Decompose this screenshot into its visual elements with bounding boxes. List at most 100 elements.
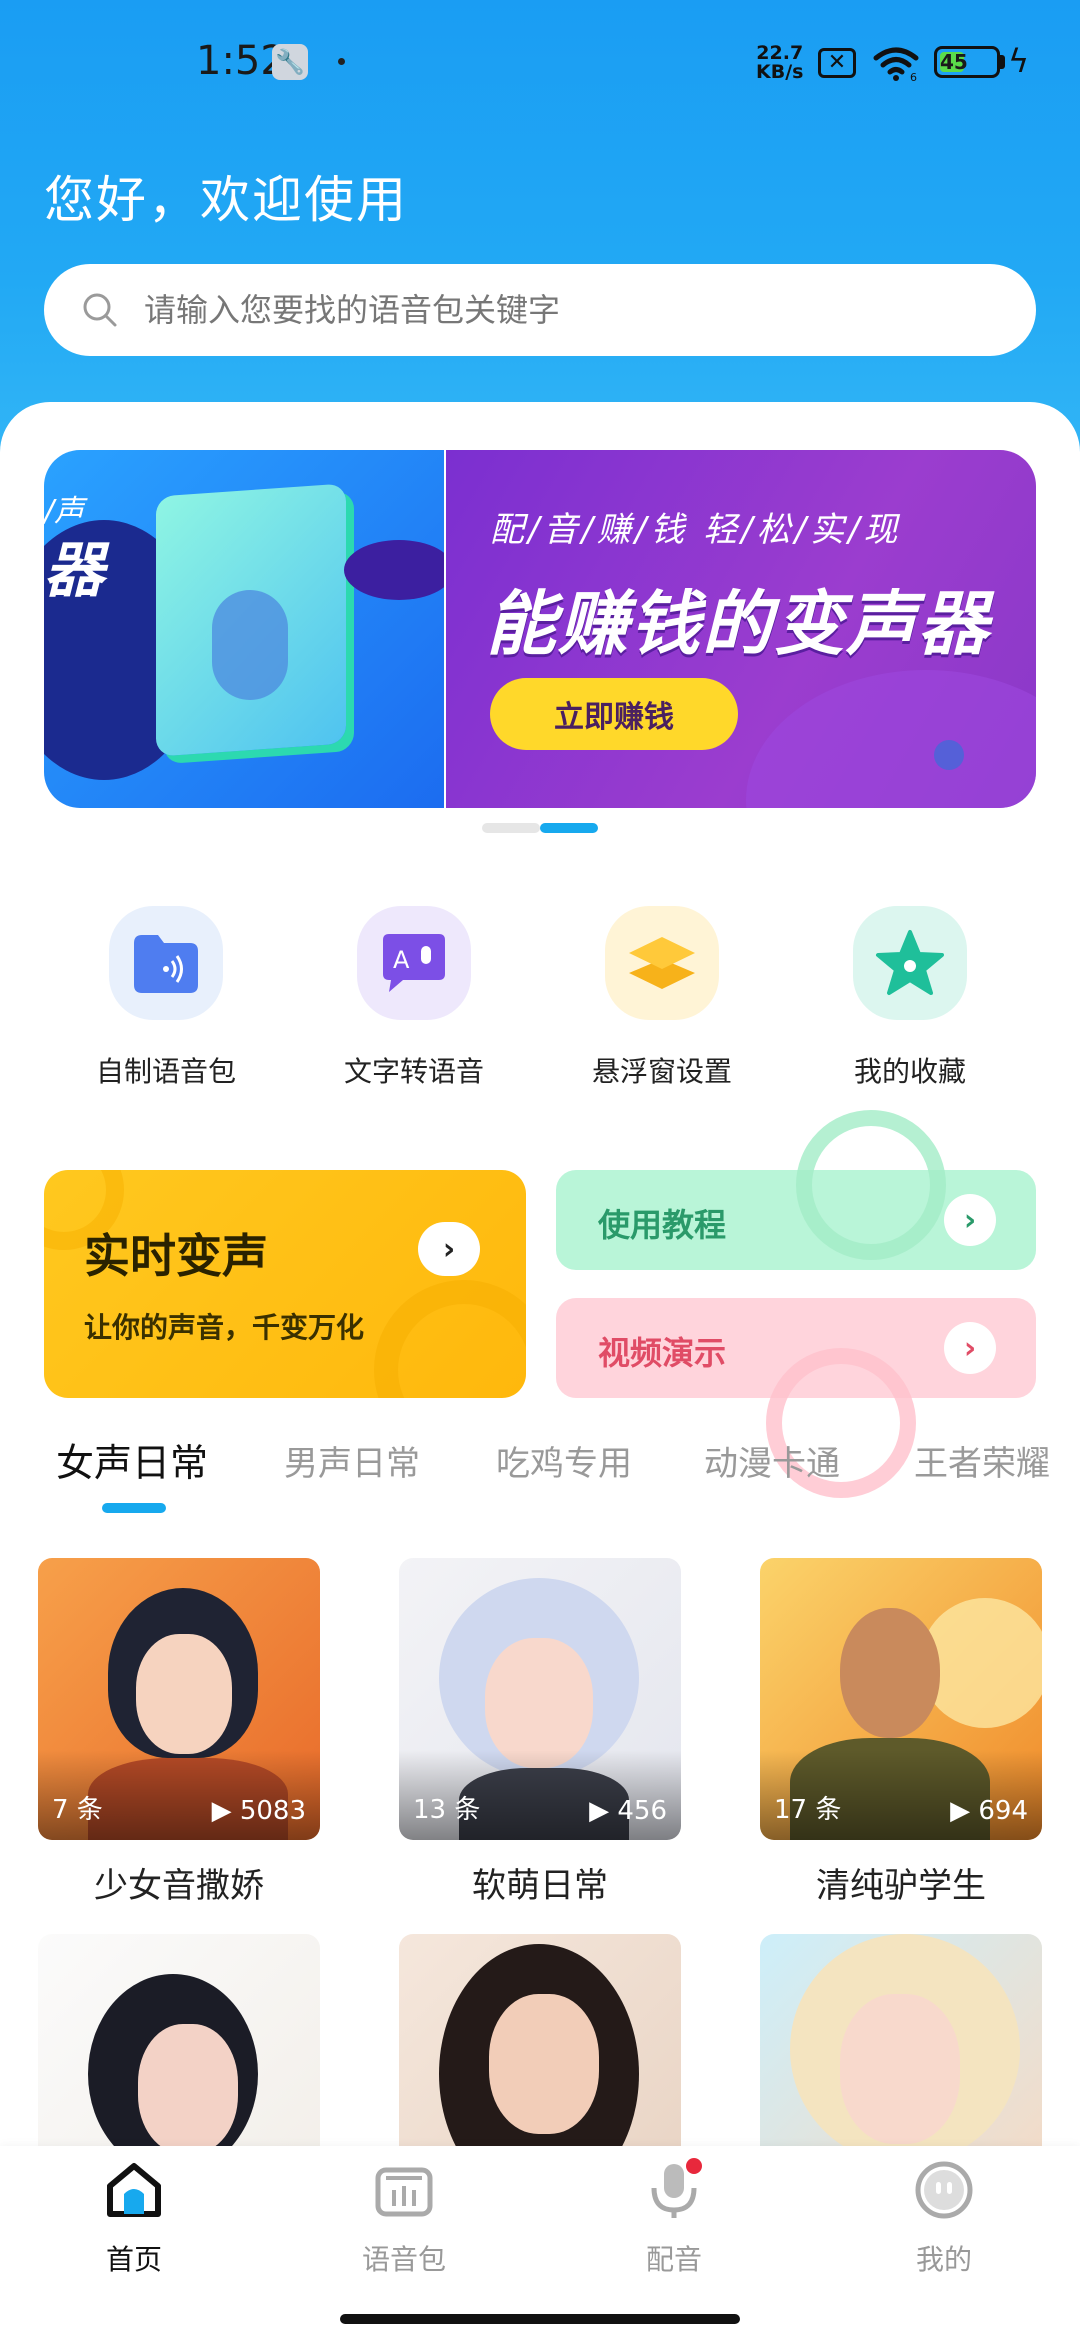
greeting-title: 您好，欢迎使用 xyxy=(44,171,408,229)
avatar-face xyxy=(840,1608,940,1738)
feature-label: 文字转语音 xyxy=(343,1055,484,1088)
nav-label: 我的 xyxy=(915,2243,972,2276)
feature-my-favorites[interactable]: 我的收藏 xyxy=(810,906,1010,1090)
search-bar[interactable] xyxy=(44,264,1036,356)
feature-label: 我的收藏 xyxy=(853,1055,966,1088)
voice-pack-thumbnail: 17 条 ▶ 694 xyxy=(760,1558,1042,1840)
item-count: 17 条 xyxy=(774,1795,842,1825)
tab-honor-of-kings[interactable]: 王者荣耀 xyxy=(914,1436,1050,1485)
voice-pack-item[interactable]: 7 条 ▶ 5083 少女音撒娇 xyxy=(38,1558,320,1907)
tab-male-daily[interactable]: 男声日常 xyxy=(284,1436,420,1485)
feature-text-to-speech[interactable]: A 文字转语音 xyxy=(314,906,514,1090)
tutorial-title: 使用教程 xyxy=(598,1206,727,1244)
play-count: ▶ 456 xyxy=(589,1796,667,1826)
feature-label: 自制语音包 xyxy=(95,1055,236,1088)
play-count: ▶ 5083 xyxy=(212,1796,306,1826)
carousel-dot-2-active xyxy=(540,823,598,833)
banner-decoration xyxy=(746,670,1036,808)
wifi-badge: 6 xyxy=(910,71,917,82)
play-icon: ▶ xyxy=(589,1796,618,1826)
active-tab-indicator xyxy=(102,1503,166,1513)
home-indicator[interactable] xyxy=(340,2314,740,2324)
carousel-dot-1 xyxy=(482,823,540,833)
folder-audio-icon xyxy=(109,906,223,1020)
category-tabs: 女声日常 男声日常 吃鸡专用 动漫卡通 王者荣耀 xyxy=(0,1432,1080,1512)
video-demo-title: 视频演示 xyxy=(598,1334,727,1372)
nav-label: 语音包 xyxy=(361,2243,446,2276)
voice-pack-name: 少女音撒娇 xyxy=(94,1866,264,1906)
svg-text:A: A xyxy=(393,946,410,974)
earn-now-button[interactable]: 立即赚钱 xyxy=(490,678,738,750)
bottom-navigation: 首页 语音包 配音 我的 xyxy=(0,2146,1080,2296)
tab-pubg[interactable]: 吃鸡专用 xyxy=(496,1436,632,1485)
tab-anime-cartoon[interactable]: 动漫卡通 xyxy=(704,1436,840,1485)
avatar-face xyxy=(136,1634,232,1754)
battery-icon: 45 xyxy=(934,46,1000,78)
banner-title: 能赚钱的变声器 xyxy=(486,583,990,665)
nav-label: 配音 xyxy=(645,2243,702,2276)
tab-female-daily[interactable]: 女声日常 xyxy=(56,1432,208,1487)
banner-subtitle: 配/音/赚/钱 轻/松/实/现 xyxy=(490,510,902,550)
banner-slide-previous[interactable]: /声 器 xyxy=(44,450,444,808)
voice-pack-icon xyxy=(375,2167,433,2217)
carousel-indicator xyxy=(482,823,598,835)
charging-icon: ϟ xyxy=(1008,42,1030,80)
chevron-right-icon[interactable]: › xyxy=(944,1322,996,1374)
realtime-subtitle: 让你的声音，千变万化 xyxy=(84,1311,365,1344)
profile-icon xyxy=(915,2161,973,2219)
play-count-value: 5083 xyxy=(239,1796,306,1826)
nav-dubbing[interactable]: 配音 xyxy=(594,2158,754,2278)
avatar-face xyxy=(840,1994,960,2144)
banner-left-big-text: 器 xyxy=(44,536,104,606)
play-count-value: 456 xyxy=(617,1796,667,1826)
feature-floating-window-settings[interactable]: 悬浮窗设置 xyxy=(562,906,762,1090)
network-speed-unit: KB/s xyxy=(756,61,804,83)
voice-pack-name: 软萌日常 xyxy=(472,1866,608,1906)
feature-custom-voice-pack[interactable]: 自制语音包 xyxy=(66,906,266,1090)
planet-illustration xyxy=(344,540,444,600)
wrench-icon: 🔧 xyxy=(272,44,308,80)
nav-voice-packs[interactable]: 语音包 xyxy=(324,2158,484,2278)
nav-profile[interactable]: 我的 xyxy=(864,2158,1024,2278)
battery-cap xyxy=(1000,55,1005,69)
no-sim-icon: ✕ xyxy=(818,48,856,78)
voice-pack-item[interactable]: 13 条 ▶ 456 软萌日常 xyxy=(399,1558,681,1907)
notification-dot-icon xyxy=(338,58,345,65)
status-bar: 1:52 🔧 22.7 KB/s ✕ 6 45 ϟ xyxy=(0,0,1080,120)
play-icon: ▶ xyxy=(211,1796,240,1826)
chevron-right-icon[interactable]: › xyxy=(418,1222,480,1276)
avatar-face xyxy=(138,2024,238,2154)
voice-pack-thumbnail: 7 条 ▶ 5083 xyxy=(38,1558,320,1840)
text-to-speech-icon: A xyxy=(357,906,471,1020)
search-input[interactable] xyxy=(144,264,1004,356)
item-count: 7 条 xyxy=(52,1795,103,1825)
search-icon xyxy=(83,293,117,327)
voice-pack-thumbnail: 13 条 ▶ 456 xyxy=(399,1558,681,1840)
banner-slide-active[interactable]: 配/音/赚/钱 轻/松/实/现 能赚钱的变声器 立即赚钱 xyxy=(446,450,1036,808)
microphone-illustration-icon xyxy=(212,590,288,700)
avatar-face xyxy=(485,1638,593,1768)
feature-label: 悬浮窗设置 xyxy=(591,1055,732,1088)
home-icon xyxy=(107,2163,161,2217)
nav-label: 首页 xyxy=(105,2243,162,2276)
voice-pack-name: 清纯驴学生 xyxy=(816,1866,986,1906)
layers-icon xyxy=(605,906,719,1020)
banner-dot-decoration xyxy=(934,740,964,770)
chevron-right-icon[interactable]: › xyxy=(944,1194,996,1246)
realtime-title: 实时变声 xyxy=(84,1229,268,1283)
card-decoration xyxy=(796,1110,946,1260)
star-icon xyxy=(853,906,967,1020)
play-count-value: 694 xyxy=(978,1796,1028,1826)
realtime-voice-change-card[interactable]: 实时变声 让你的声音，千变万化 › xyxy=(44,1170,526,1398)
voice-pack-item[interactable]: 17 条 ▶ 694 清纯驴学生 xyxy=(760,1558,1042,1907)
video-demo-card[interactable]: 视频演示 › xyxy=(556,1298,1036,1498)
nav-home[interactable]: 首页 xyxy=(54,2158,214,2278)
play-icon: ▶ xyxy=(950,1796,979,1826)
microphone-icon xyxy=(651,2158,702,2218)
network-speed: 22.7 KB/s xyxy=(756,44,803,82)
wifi-icon: 6 xyxy=(873,47,919,82)
avatar-face xyxy=(489,1994,599,2134)
tutorial-card[interactable]: 使用教程 › xyxy=(556,1110,1036,1270)
play-count: ▶ 694 xyxy=(950,1796,1028,1826)
card-decoration xyxy=(374,1280,526,1398)
